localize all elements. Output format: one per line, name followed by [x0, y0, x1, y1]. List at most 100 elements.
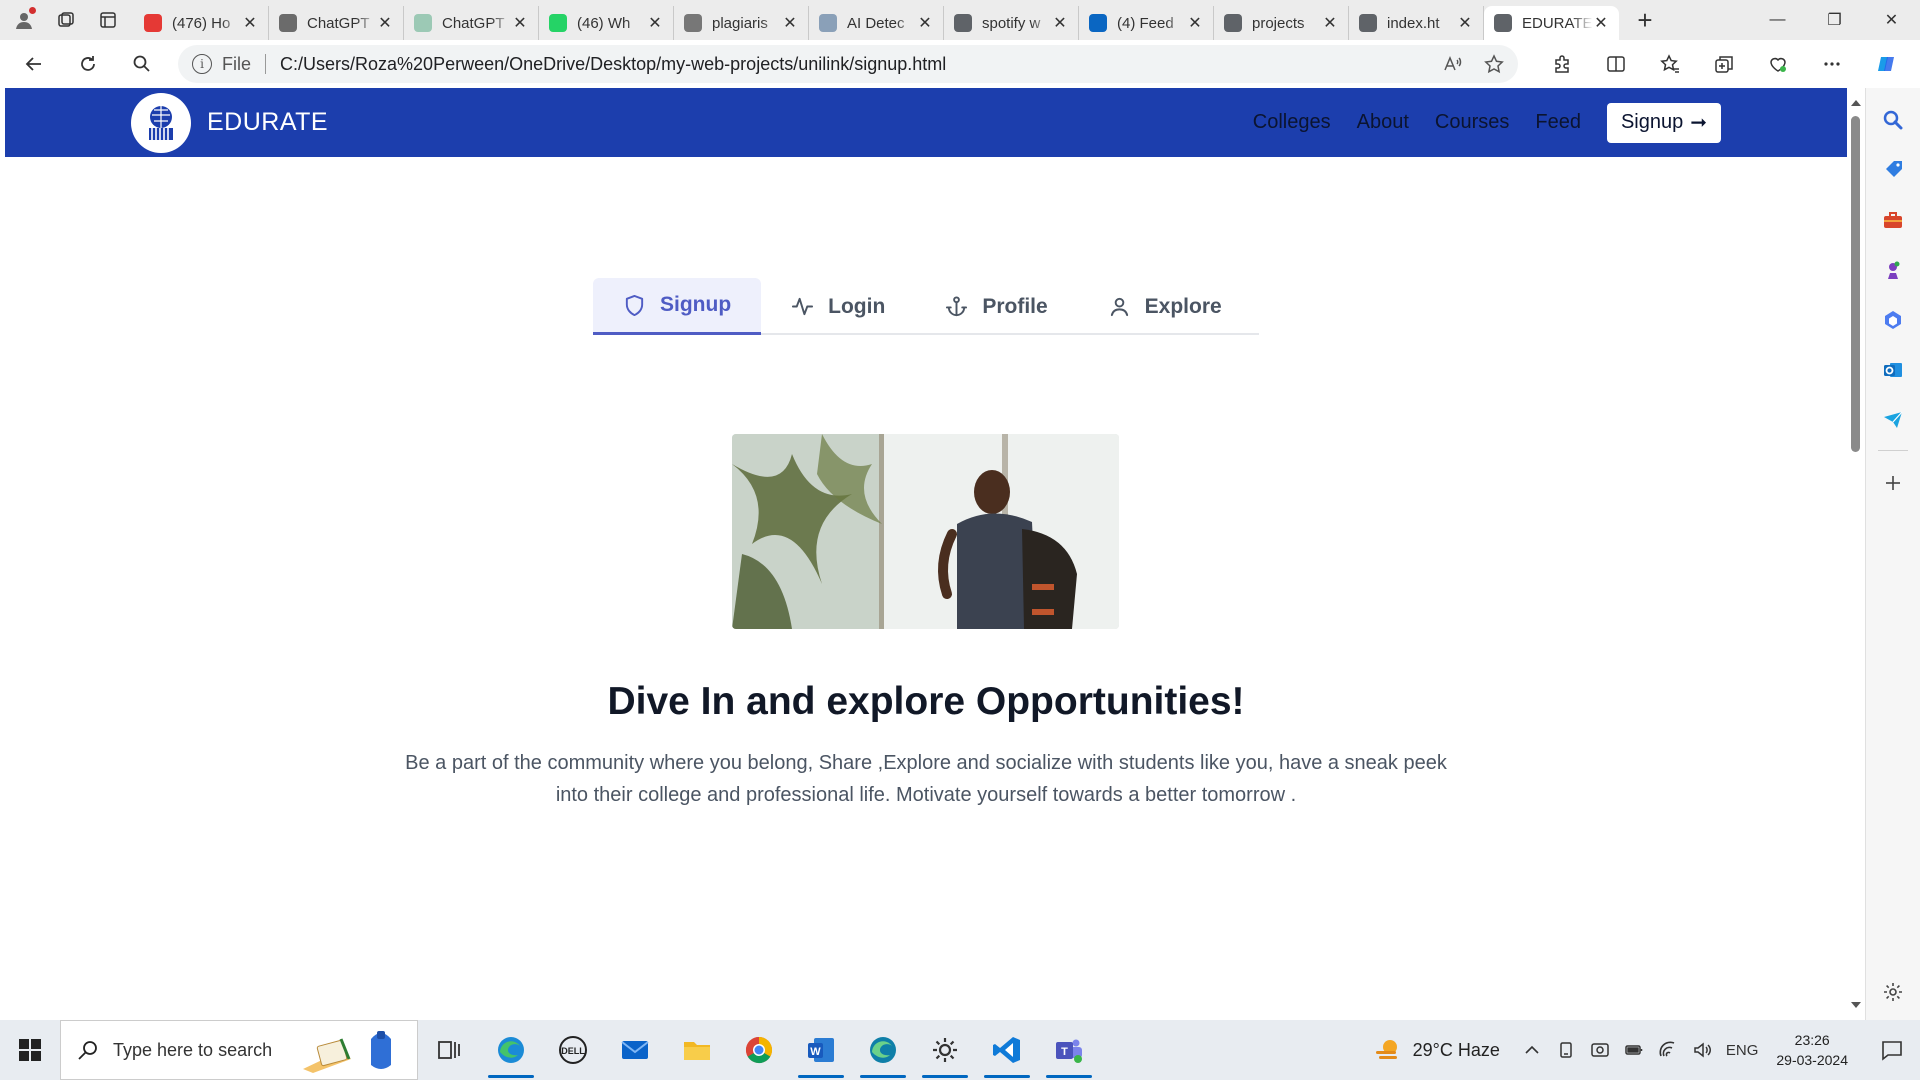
- browser-tab[interactable]: plagiaris ✕: [674, 6, 809, 40]
- refresh-button[interactable]: [68, 44, 108, 84]
- nav-link-feed[interactable]: Feed: [1535, 111, 1581, 134]
- taskbar-search-box[interactable]: Type here to search: [60, 1020, 418, 1080]
- sidebar-games-icon[interactable]: [1875, 252, 1911, 288]
- scroll-down-arrow-icon[interactable]: [1851, 1002, 1861, 1008]
- tab-signup[interactable]: Signup: [593, 278, 762, 335]
- sidebar-tools-icon[interactable]: [1875, 202, 1911, 238]
- word-app-icon[interactable]: W: [790, 1020, 852, 1080]
- close-tab-icon[interactable]: ✕: [242, 13, 258, 33]
- vscode-app-icon[interactable]: [976, 1020, 1038, 1080]
- browser-tab[interactable]: AI Detec ✕: [809, 6, 944, 40]
- url-text[interactable]: C:/Users/Roza%20Perween/OneDrive/Desktop…: [280, 54, 1442, 75]
- sidebar-outlook-icon[interactable]: [1875, 352, 1911, 388]
- close-tab-icon[interactable]: ✕: [1187, 13, 1203, 33]
- page-scrollbar[interactable]: [1847, 88, 1865, 1020]
- notifications-icon[interactable]: [1870, 1038, 1914, 1062]
- browser-tab-title: EDURATE: [1522, 14, 1593, 32]
- split-screen-icon[interactable]: [1596, 44, 1636, 84]
- close-tab-icon[interactable]: ✕: [377, 13, 393, 33]
- sidebar-shopping-icon[interactable]: [1875, 152, 1911, 188]
- info-icon[interactable]: i: [192, 54, 212, 74]
- chrome-app-icon[interactable]: [728, 1020, 790, 1080]
- signup-button[interactable]: Signup ➞: [1606, 102, 1721, 143]
- close-tab-icon[interactable]: ✕: [1052, 13, 1068, 33]
- clock[interactable]: 23:26 29-03-2024: [1776, 1030, 1848, 1070]
- edge-dev-app-icon[interactable]: [852, 1020, 914, 1080]
- clock-date: 29-03-2024: [1776, 1052, 1848, 1068]
- favorite-star-icon[interactable]: [1484, 54, 1504, 74]
- sidebar-search-icon[interactable]: [1875, 102, 1911, 138]
- weather-widget[interactable]: 29°C Haze: [1373, 1035, 1500, 1065]
- meet-now-icon[interactable]: [1590, 1040, 1610, 1060]
- browser-tab[interactable]: spotify w ✕: [944, 6, 1079, 40]
- browser-tab[interactable]: index.ht ✕: [1349, 6, 1484, 40]
- new-tab-button[interactable]: +: [1627, 2, 1663, 38]
- browser-tab[interactable]: EDURATE ✕: [1484, 6, 1619, 40]
- wifi-icon[interactable]: [1658, 1040, 1678, 1060]
- close-tab-icon[interactable]: ✕: [782, 13, 798, 33]
- browser-tab-title: plagiaris: [712, 14, 768, 32]
- sidebar-drop-icon[interactable]: [1875, 402, 1911, 438]
- tab-actions-icon[interactable]: [90, 2, 126, 38]
- browser-toolbar: i File C:/Users/Roza%20Perween/OneDrive/…: [0, 40, 1920, 88]
- task-view-icon[interactable]: [418, 1020, 480, 1080]
- chevron-up-icon[interactable]: [1522, 1040, 1542, 1060]
- nav-link-courses[interactable]: Courses: [1435, 111, 1509, 134]
- volume-icon[interactable]: [1692, 1040, 1712, 1060]
- teams-app-icon[interactable]: T: [1038, 1020, 1100, 1080]
- file-explorer-icon[interactable]: [666, 1020, 728, 1080]
- address-bar[interactable]: i File C:/Users/Roza%20Perween/OneDrive/…: [178, 45, 1518, 83]
- collections-icon[interactable]: [1704, 44, 1744, 84]
- scroll-up-arrow-icon[interactable]: [1851, 100, 1861, 106]
- profile-icon[interactable]: [6, 2, 42, 38]
- more-options-icon[interactable]: [1812, 44, 1852, 84]
- device-icon[interactable]: [1556, 1040, 1576, 1060]
- browser-essentials-icon[interactable]: [1758, 44, 1798, 84]
- battery-icon[interactable]: [1624, 1040, 1644, 1060]
- close-tab-icon[interactable]: ✕: [1457, 13, 1473, 33]
- settings-app-icon[interactable]: [914, 1020, 976, 1080]
- sidebar-add-icon[interactable]: [1875, 465, 1911, 501]
- favorites-icon[interactable]: [1650, 44, 1690, 84]
- close-tab-icon[interactable]: ✕: [647, 13, 663, 33]
- minimize-button[interactable]: —: [1749, 0, 1806, 40]
- browser-tab[interactable]: ChatGPT ✕: [404, 6, 539, 40]
- sidebar-microsoft365-icon[interactable]: [1875, 302, 1911, 338]
- read-aloud-icon[interactable]: [1442, 54, 1462, 74]
- nav-link-about[interactable]: About: [1357, 111, 1409, 134]
- edge-app-icon[interactable]: [480, 1020, 542, 1080]
- tab-explore[interactable]: Explore: [1078, 278, 1252, 335]
- restore-button[interactable]: ❐: [1806, 0, 1863, 40]
- mail-app-icon[interactable]: [604, 1020, 666, 1080]
- arrow-right-icon: ➞: [1690, 112, 1707, 134]
- browser-tab[interactable]: ChatGPT ✕: [269, 6, 404, 40]
- windows-start-icon[interactable]: [0, 1020, 60, 1080]
- language-indicator[interactable]: ENG: [1726, 1042, 1759, 1059]
- tab-profile[interactable]: Profile: [915, 278, 1077, 335]
- scroll-thumb[interactable]: [1851, 116, 1860, 452]
- browser-tab[interactable]: (46) Wh ✕: [539, 6, 674, 40]
- workspaces-icon[interactable]: [48, 2, 84, 38]
- search-icon[interactable]: [122, 44, 162, 84]
- extensions-icon[interactable]: [1542, 44, 1582, 84]
- close-tab-icon[interactable]: ✕: [1322, 13, 1338, 33]
- browser-tab[interactable]: projects ✕: [1214, 6, 1349, 40]
- dell-app-icon[interactable]: DELL: [542, 1020, 604, 1080]
- search-icon: [78, 1041, 97, 1060]
- back-button[interactable]: [14, 44, 54, 84]
- brand-logo-icon: [131, 92, 191, 153]
- tab-login[interactable]: Login: [761, 278, 915, 335]
- copilot-icon[interactable]: [1866, 44, 1906, 84]
- system-tray: 29°C Haze ENG 23:26 29-03-2024: [1373, 1020, 1920, 1080]
- close-window-button[interactable]: ✕: [1863, 0, 1920, 40]
- nav-link-colleges[interactable]: Colleges: [1253, 111, 1331, 134]
- close-tab-icon[interactable]: ✕: [1593, 13, 1609, 33]
- close-tab-icon[interactable]: ✕: [917, 13, 933, 33]
- close-tab-icon[interactable]: ✕: [512, 13, 528, 33]
- page-lead-text: Be a part of the community where you bel…: [401, 747, 1451, 811]
- sidebar-settings-icon[interactable]: [1875, 974, 1911, 1010]
- browser-tab[interactable]: (4) Feed ✕: [1079, 6, 1214, 40]
- browser-tab[interactable]: (476) Ho ✕: [134, 6, 269, 40]
- file-icon: [1359, 14, 1377, 32]
- brand[interactable]: EDURATE: [131, 92, 328, 153]
